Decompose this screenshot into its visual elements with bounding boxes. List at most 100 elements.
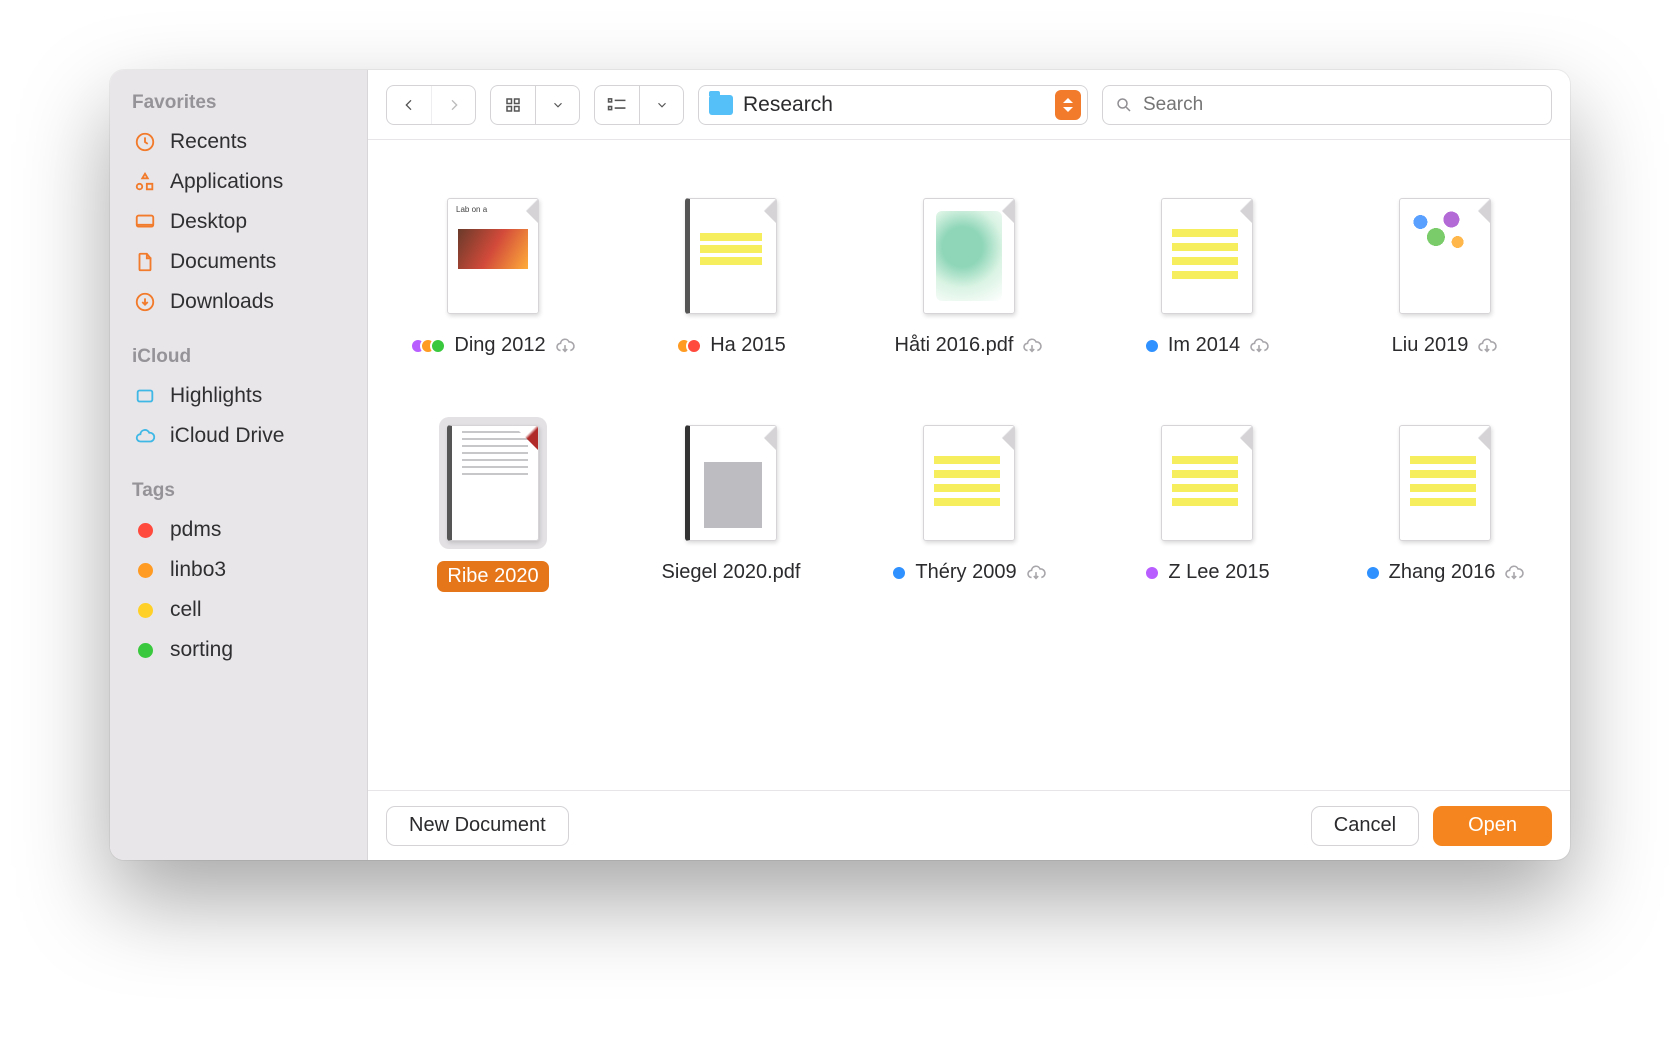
group-icon[interactable] bbox=[595, 86, 639, 124]
file-name: Liu 2019 bbox=[1392, 334, 1469, 357]
file-thumbnail bbox=[677, 190, 785, 322]
doc-icon bbox=[132, 249, 158, 275]
file-thumbnail: Lab on a bbox=[439, 190, 547, 322]
clock-icon bbox=[132, 129, 158, 155]
open-button[interactable]: Open bbox=[1433, 806, 1552, 846]
file-item[interactable]: Håti 2016.pdf bbox=[874, 190, 1064, 357]
file-label-row: Théry 2009 bbox=[891, 561, 1046, 584]
file-name: Z Lee 2015 bbox=[1168, 561, 1269, 584]
apps-icon bbox=[132, 169, 158, 195]
sidebar-item-label: Recents bbox=[170, 130, 247, 154]
cancel-button[interactable]: Cancel bbox=[1311, 806, 1419, 846]
path-picker[interactable]: Research bbox=[698, 85, 1088, 125]
file-tag-dots bbox=[891, 565, 907, 581]
file-label-row: Z Lee 2015 bbox=[1144, 561, 1269, 584]
cloud-download-icon bbox=[1025, 565, 1047, 581]
file-thumbnail bbox=[439, 417, 547, 549]
tag-dot-icon bbox=[132, 557, 158, 583]
file-tag-dots bbox=[1365, 565, 1381, 581]
sidebar-section-icloud: iCloud Highlights iCloud Drive bbox=[110, 346, 367, 456]
file-label-row: Zhang 2016 bbox=[1365, 561, 1526, 584]
sidebar-section-favorites: Favorites Recents Applications Desktop D… bbox=[110, 92, 367, 322]
back-button[interactable] bbox=[387, 86, 431, 124]
file-thumbnail bbox=[915, 190, 1023, 322]
file-item[interactable]: Zhang 2016 bbox=[1350, 417, 1540, 592]
sidebar-item-applications[interactable]: Applications bbox=[110, 162, 367, 202]
file-thumbnail bbox=[1391, 190, 1499, 322]
search-field[interactable] bbox=[1102, 85, 1552, 125]
sidebar-item-downloads[interactable]: Downloads bbox=[110, 282, 367, 322]
cloud-download-icon bbox=[1248, 338, 1270, 354]
file-name: Siegel 2020.pdf bbox=[661, 561, 800, 584]
highlights-icon bbox=[132, 383, 158, 409]
cloud-icon bbox=[132, 423, 158, 449]
sidebar-section-label: Tags bbox=[110, 480, 367, 510]
sidebar-tag-cell[interactable]: cell bbox=[110, 590, 367, 630]
file-tag-dots bbox=[410, 338, 446, 354]
sidebar-item-highlights[interactable]: Highlights bbox=[110, 376, 367, 416]
file-name: Ding 2012 bbox=[454, 334, 545, 357]
view-mode-picker[interactable] bbox=[490, 85, 580, 125]
file-item[interactable]: Lab on a Ding 2012 bbox=[398, 190, 588, 357]
file-name: Håti 2016.pdf bbox=[895, 334, 1014, 357]
sidebar-item-label: linbo3 bbox=[170, 558, 226, 582]
sidebar-item-label: sorting bbox=[170, 638, 233, 662]
sidebar-item-desktop[interactable]: Desktop bbox=[110, 202, 367, 242]
file-item[interactable]: Im 2014 bbox=[1112, 190, 1302, 357]
file-grid: Lab on a Ding 2012 Ha 2015 Håti 2016.pdf Im … bbox=[368, 140, 1570, 790]
sidebar-tag-sorting[interactable]: sorting bbox=[110, 630, 367, 670]
sidebar-item-label: iCloud Drive bbox=[170, 424, 284, 448]
file-thumbnail bbox=[1153, 190, 1261, 322]
group-mode-picker[interactable] bbox=[594, 85, 684, 125]
file-tag-dots bbox=[1144, 338, 1160, 354]
sidebar-item-recents[interactable]: Recents bbox=[110, 122, 367, 162]
file-item[interactable]: Ha 2015 bbox=[636, 190, 826, 357]
file-label-row: Liu 2019 bbox=[1392, 334, 1499, 357]
chevron-down-icon[interactable] bbox=[639, 86, 683, 124]
desktop-icon bbox=[132, 209, 158, 235]
folder-icon bbox=[709, 95, 733, 115]
sidebar-item-icloud-drive[interactable]: iCloud Drive bbox=[110, 416, 367, 456]
sidebar-section-label: iCloud bbox=[110, 346, 367, 376]
file-name: Ha 2015 bbox=[710, 334, 786, 357]
file-label-row: Ha 2015 bbox=[676, 334, 786, 357]
nav-buttons bbox=[386, 85, 476, 125]
main-panel: Research Lab on a Ding 2012 Ha 2015 Håti 20… bbox=[368, 70, 1570, 860]
cloud-download-icon bbox=[1021, 338, 1043, 354]
cloud-download-icon bbox=[554, 338, 576, 354]
file-item[interactable]: Z Lee 2015 bbox=[1112, 417, 1302, 592]
footer: New Document Cancel Open bbox=[368, 790, 1570, 860]
sidebar-item-label: cell bbox=[170, 598, 202, 622]
file-label-row: Ding 2012 bbox=[410, 334, 575, 357]
sidebar-item-label: Applications bbox=[170, 170, 283, 194]
download-icon bbox=[132, 289, 158, 315]
sidebar-item-documents[interactable]: Documents bbox=[110, 242, 367, 282]
file-item[interactable]: Liu 2019 bbox=[1350, 190, 1540, 357]
search-input[interactable] bbox=[1143, 94, 1539, 116]
sidebar-tag-pdms[interactable]: pdms bbox=[110, 510, 367, 550]
file-tag-dots bbox=[676, 338, 702, 354]
path-stepper-icon[interactable] bbox=[1055, 90, 1081, 120]
toolbar: Research bbox=[368, 70, 1570, 140]
file-label-row: Im 2014 bbox=[1144, 334, 1270, 357]
file-item[interactable]: Siegel 2020.pdf bbox=[636, 417, 826, 592]
search-icon bbox=[1115, 96, 1133, 114]
sidebar-item-label: Desktop bbox=[170, 210, 247, 234]
cloud-download-icon bbox=[1476, 338, 1498, 354]
sidebar-item-label: Documents bbox=[170, 250, 276, 274]
sidebar-item-label: Highlights bbox=[170, 384, 262, 408]
sidebar-section-tags: Tags pdms linbo3 cell sorting bbox=[110, 480, 367, 670]
chevron-down-icon[interactable] bbox=[535, 86, 579, 124]
path-label: Research bbox=[743, 93, 1045, 117]
file-item[interactable]: Ribe 2020 bbox=[398, 417, 588, 592]
file-thumbnail bbox=[1391, 417, 1499, 549]
file-item[interactable]: Théry 2009 bbox=[874, 417, 1064, 592]
forward-button[interactable] bbox=[431, 86, 475, 124]
file-name: Zhang 2016 bbox=[1389, 561, 1496, 584]
sidebar-tag-linbo3[interactable]: linbo3 bbox=[110, 550, 367, 590]
file-name: Ribe 2020 bbox=[437, 561, 548, 592]
new-document-button[interactable]: New Document bbox=[386, 806, 569, 846]
file-name: Théry 2009 bbox=[915, 561, 1016, 584]
sidebar: Favorites Recents Applications Desktop D… bbox=[110, 70, 368, 860]
view-grid-icon[interactable] bbox=[491, 86, 535, 124]
